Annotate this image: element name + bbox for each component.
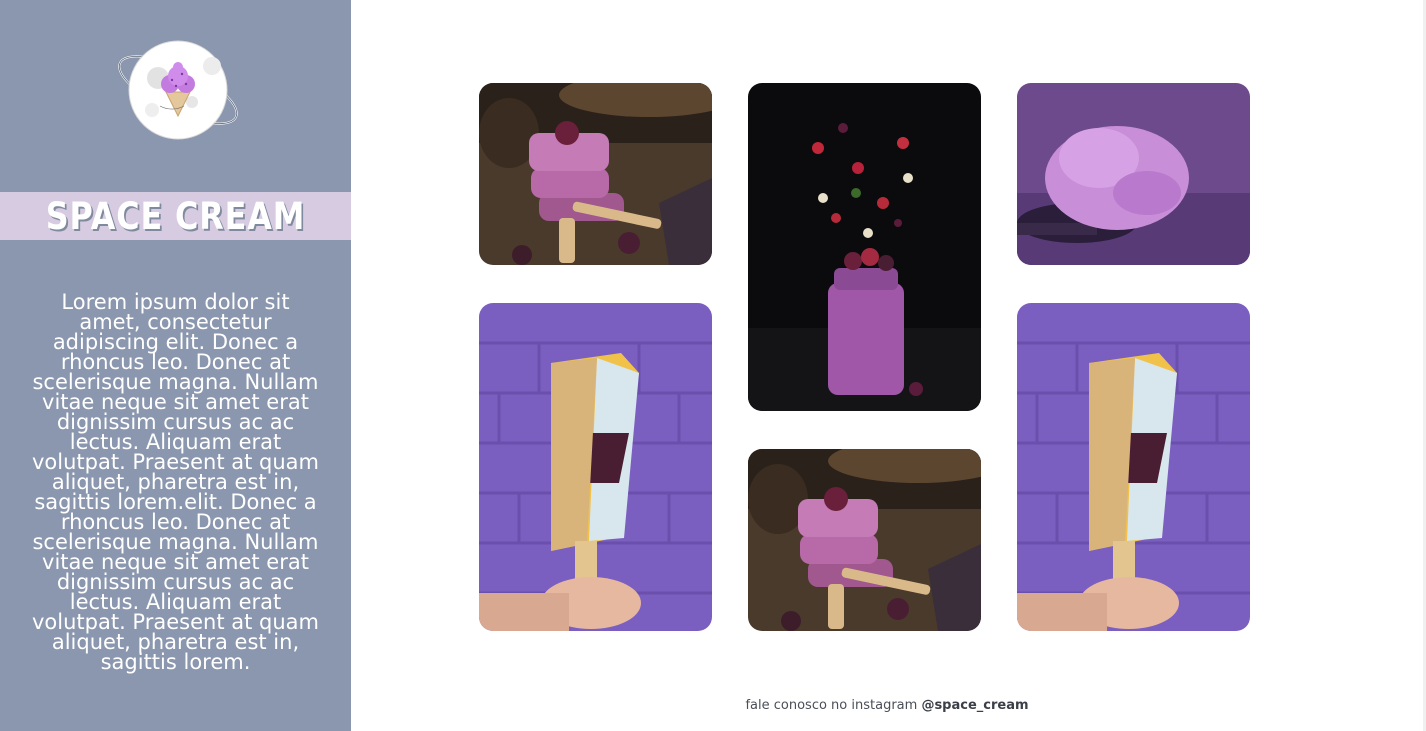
- ice-cream-planet-logo-icon: [110, 38, 246, 142]
- instagram-link[interactable]: @space_cream: [921, 698, 1028, 713]
- about-text: Lorem ipsum dolor sit amet, consectetur …: [32, 290, 319, 674]
- gallery-photo-nut-popsicle[interactable]: [479, 303, 712, 631]
- gallery-photo-berry-popsicle-2[interactable]: [748, 449, 981, 631]
- gallery-photo-ice-cream-spoon[interactable]: [1017, 83, 1250, 265]
- footer-text: fale conosco no instagram: [745, 698, 922, 713]
- footer: fale conosco no instagram @space_cream: [351, 698, 1423, 713]
- gallery-photo-smoothie-jar[interactable]: [748, 83, 981, 411]
- gallery-photo-nut-popsicle-2[interactable]: [1017, 303, 1250, 631]
- gallery-photo-berry-popsicle[interactable]: [479, 83, 712, 265]
- brand-title: SPACE CREAM: [45, 195, 306, 238]
- sidebar: SPACE CREAM Lorem ipsum dolor sit amet, …: [0, 0, 351, 731]
